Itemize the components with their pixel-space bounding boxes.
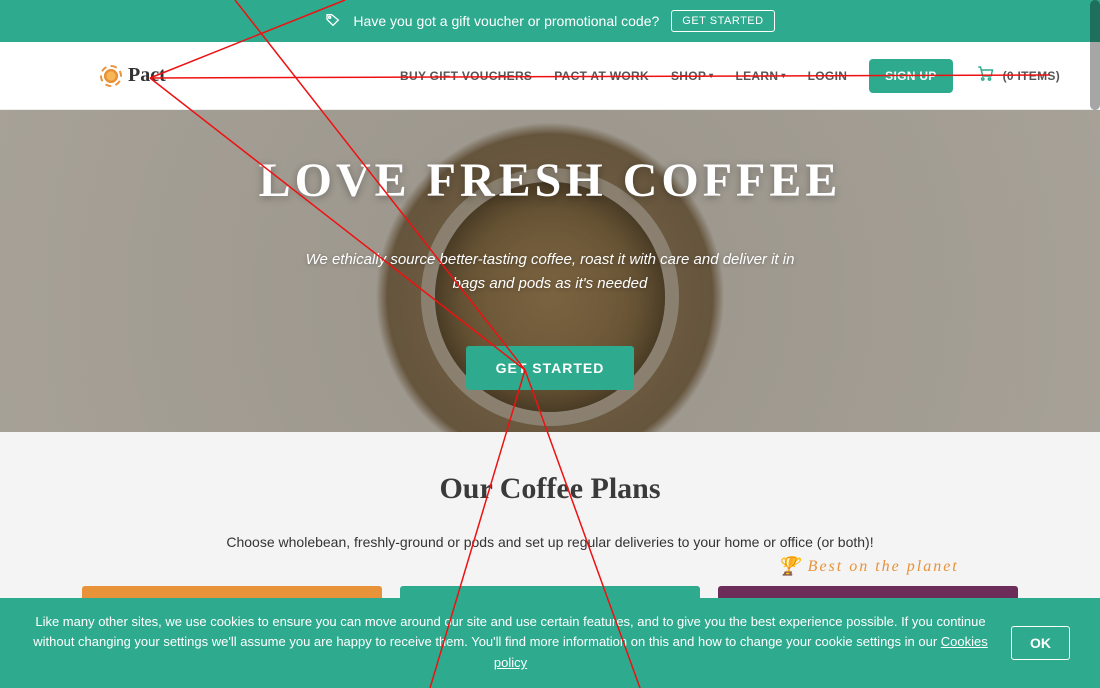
promo-get-started-button[interactable]: GET STARTED [671,10,774,32]
navbar: Pact BUY GIFT VOUCHERS PACT AT WORK SHOP… [0,42,1100,110]
nav-links: BUY GIFT VOUCHERS PACT AT WORK SHOP▾ LEA… [400,59,1060,93]
plans-subtext: Choose wholebean, freshly-ground or pods… [0,534,1100,550]
nav-buy-gift-vouchers[interactable]: BUY GIFT VOUCHERS [400,69,532,83]
nav-shop[interactable]: SHOP▾ [671,69,714,83]
nav-pact-at-work[interactable]: PACT AT WORK [554,69,649,83]
nav-login[interactable]: LOGIN [808,69,848,83]
scrollbar[interactable] [1090,0,1100,110]
hero-get-started-button[interactable]: GET STARTED [466,346,635,390]
chevron-down-icon: ▾ [781,71,785,80]
cookie-ok-button[interactable]: OK [1011,626,1070,660]
hero-headline: LOVE FRESH COFFEE [259,153,842,208]
cart-link[interactable]: (0 ITEMS) [975,64,1060,87]
cookie-text: Like many other sites, we use cookies to… [30,612,991,674]
tag-icon [325,12,341,31]
trophy-icon: 🏆 [777,556,801,577]
brand-name: Pact [128,64,166,87]
best-badge: 🏆 Best on the planet [777,556,959,577]
plans-title: Our Coffee Plans [0,472,1100,506]
brand-logo[interactable]: Pact [100,64,166,87]
nav-learn[interactable]: LEARN▾ [736,69,786,83]
hero-subtext: We ethically source better-tasting coffe… [300,248,800,296]
signup-button[interactable]: SIGN UP [869,59,952,93]
logo-icon [100,65,122,87]
promo-bar: Have you got a gift voucher or promotion… [0,0,1100,42]
cart-count: (0 ITEMS) [1003,69,1060,83]
promo-text: Have you got a gift voucher or promotion… [353,13,659,29]
hero-section: LOVE FRESH COFFEE We ethically source be… [0,110,1100,432]
cookie-banner: Like many other sites, we use cookies to… [0,598,1100,688]
cart-icon [975,64,995,87]
chevron-down-icon: ▾ [709,71,713,80]
